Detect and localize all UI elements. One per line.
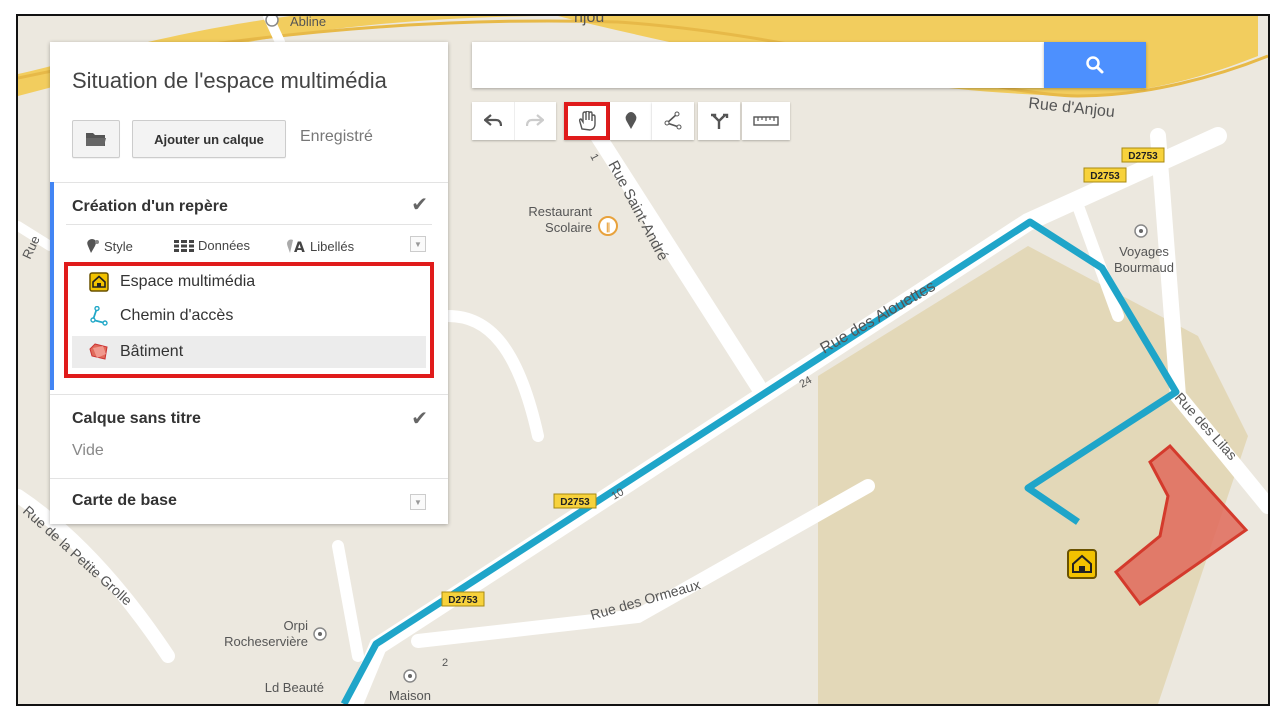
layer-options-caret[interactable]: ▼ [410,236,426,252]
label-icon: A [287,239,305,254]
redo-icon [526,114,545,127]
redo-button[interactable] [513,102,557,140]
place-label-ld-beaute: Ld Beauté [265,680,324,695]
search-input[interactable] [472,42,1044,88]
save-status: Enregistré [300,128,373,145]
search-icon [1086,56,1104,74]
add-marker-button[interactable] [610,102,652,140]
feature-item-chemin[interactable]: Chemin d'accès [72,300,426,332]
undo-button[interactable] [472,102,514,140]
divider [66,224,432,225]
street-label-partial-anjou: njou [574,16,604,26]
layer-creation-repere: Création d'un repère ✔ Style Données A L… [50,182,448,390]
road-shield: D2753 [1121,147,1165,163]
draw-line-button[interactable] [652,102,694,140]
screenshot-frame: ‖ Rue d'Anjou Rue Saint-André Rue des Al… [16,14,1270,706]
place-label-scolaire: Scolaire [545,220,592,235]
active-layer-indicator [50,182,54,390]
layer-title[interactable]: Calque sans titre [72,410,201,428]
road-shield: D2753 [1083,167,1127,183]
layer-title[interactable]: Carte de base [72,492,177,510]
labels-option[interactable]: A Libellés [286,238,354,254]
place-label-abline: Abline [290,16,326,29]
layer-title[interactable]: Création d'un repère [72,198,228,216]
data-label: Données [198,238,251,253]
highlight-box: Espace multimédia Chemin d'accès Bâtimen… [64,262,434,378]
style-option[interactable]: Style [86,238,133,254]
feature-item-espace[interactable]: Espace multimédia [72,266,426,298]
polygon-icon [88,341,110,363]
ruler-icon [753,116,779,126]
divider [50,394,448,395]
measure-button[interactable] [742,102,790,140]
place-label-voyages: Voyages [1119,244,1169,259]
layer-visibility-checkbox[interactable]: ✔ [411,406,428,431]
svg-text:D2753: D2753 [448,595,478,606]
road-shield: D2753 [553,493,597,509]
data-option[interactable]: Données [174,238,250,253]
layer-visibility-checkbox[interactable]: ✔ [411,192,428,217]
layer-calque-sans-titre: Calque sans titre ✔ Vide [50,396,448,476]
labels-label: Libellés [310,238,355,254]
directions-icon [711,113,729,129]
draw-line-icon [664,111,682,130]
place-label-orpi: Orpi [283,618,308,633]
undo-redo-group [472,102,556,140]
directions-button[interactable] [698,102,740,140]
svg-text:‖: ‖ [606,222,611,233]
road-shield: D2753 [441,591,485,607]
svg-text:D2753: D2753 [1128,151,1158,162]
svg-text:D2753: D2753 [560,497,590,508]
marker-icon [625,112,637,129]
grid-icon [174,239,194,252]
place-label-restaurant: Restaurant [528,204,592,219]
multimedia-marker-icon[interactable] [1067,549,1097,579]
search-button[interactable] [1044,42,1146,88]
layer-empty-label: Vide [72,442,104,459]
map-panel: Situation de l'espace multimédia Ajouter… [50,42,448,524]
paint-marker-icon [87,239,99,253]
folder-icon [86,133,106,146]
place-label-bourmaud: Bourmaud [1114,260,1174,275]
map-title[interactable]: Situation de l'espace multimédia [72,68,387,94]
base-map-caret[interactable]: ▼ [410,494,426,510]
feature-item-batiment[interactable]: Bâtiment [72,336,426,368]
hand-tool-button[interactable] [564,102,610,140]
restaurant-icon[interactable]: ‖ [598,216,618,236]
add-layer-button[interactable]: Ajouter un calque [132,120,286,158]
open-folder-button[interactable] [72,120,120,158]
place-label-maison: Maison [389,688,431,703]
place-label-rocheserviere: Rocheservière [224,634,308,649]
home-marker-icon [88,271,110,293]
path-icon [88,305,110,327]
feature-label: Chemin d'accès [120,307,234,324]
hand-icon [578,111,596,131]
feature-label: Bâtiment [120,343,184,360]
style-label: Style [104,238,133,254]
layer-carte-de-base: Carte de base ▼ [50,478,448,524]
undo-icon [483,114,502,127]
road-number-2: 2 [442,657,448,669]
svg-text:A: A [294,240,305,254]
feature-label: Espace multimédia [120,273,256,290]
svg-text:D2753: D2753 [1090,171,1120,182]
